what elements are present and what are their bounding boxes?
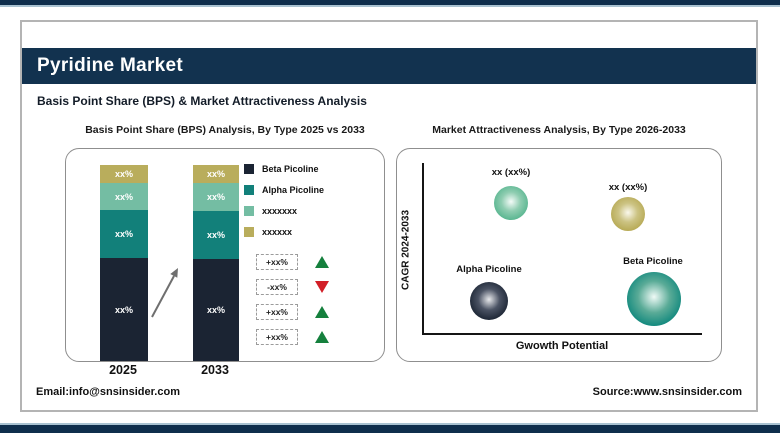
bar-segment-navy: xx% xyxy=(193,259,239,361)
change-value-box: +xx% xyxy=(256,304,298,320)
bubble-label: xx (xx%) xyxy=(588,182,668,193)
stacked-bar-2025: xx% xx% xx% xx% xyxy=(100,165,148,361)
up-triangle-icon xyxy=(315,306,329,318)
top-accent-line xyxy=(0,5,780,7)
legend-item: Alpha Picoline xyxy=(244,185,324,195)
bar-segment-khaki: xx% xyxy=(100,165,148,183)
segment-value: xx% xyxy=(115,305,133,315)
segment-value: xx% xyxy=(207,169,225,179)
infographic-canvas: Pyridine Market Basis Point Share (BPS) … xyxy=(0,0,780,433)
legend-swatch-khaki xyxy=(244,227,254,237)
attractiveness-chart-panel: CAGR 2024-2033 Gwowth Potential xx (xx%)… xyxy=(396,148,722,362)
legend-swatch-alpha-picoline xyxy=(244,185,254,195)
legend-item: xxxxxx xyxy=(244,227,324,237)
segment-value: xx% xyxy=(207,305,225,315)
title-banner: Pyridine Market xyxy=(22,48,756,84)
contact-email: Email:info@snsinsider.com xyxy=(36,386,180,398)
bubble-beta-picoline xyxy=(627,272,681,326)
legend-item: xxxxxxx xyxy=(244,206,324,216)
change-indicator-row: +xx% xyxy=(256,253,329,270)
legend-label: xxxxxxx xyxy=(262,206,297,216)
category-label-2025: 2025 xyxy=(99,363,147,377)
bps-legend: Beta Picoline Alpha Picoline xxxxxxx xxx… xyxy=(244,164,324,237)
change-indicators: +xx% -xx% +xx% +xx% xyxy=(256,253,329,345)
x-axis-line xyxy=(422,333,702,335)
change-value-box: -xx% xyxy=(256,279,298,295)
legend-swatch-seafoam xyxy=(244,206,254,216)
content-frame: Pyridine Market Basis Point Share (BPS) … xyxy=(20,20,758,412)
bubble-label: xx (xx%) xyxy=(471,167,551,178)
page-subtitle: Basis Point Share (BPS) & Market Attract… xyxy=(37,94,367,108)
bubble-alpha-picoline xyxy=(470,282,508,320)
legend-label: Beta Picoline xyxy=(262,164,319,174)
segment-value: xx% xyxy=(207,230,225,240)
segment-value: xx% xyxy=(207,192,225,202)
change-indicator-row: +xx% xyxy=(256,303,329,320)
bps-chart-panel: xx% xx% xx% xx% xx% xyxy=(65,148,385,362)
attractiveness-chart-title: Market Attractiveness Analysis, By Type … xyxy=(396,124,722,136)
bar-segment-teal: xx% xyxy=(100,210,148,258)
change-indicator-row: -xx% xyxy=(256,278,329,295)
change-value-box: +xx% xyxy=(256,329,298,345)
segment-value: xx% xyxy=(115,192,133,202)
y-axis-label: CAGR 2024-2033 xyxy=(399,171,413,329)
bar-segment-navy: xx% xyxy=(100,258,148,361)
y-axis-line xyxy=(422,163,424,335)
legend-item: Beta Picoline xyxy=(244,164,324,174)
footer: Email:info@snsinsider.com Source:www.sns… xyxy=(36,386,742,398)
segment-value: xx% xyxy=(115,229,133,239)
change-value-box: +xx% xyxy=(256,254,298,270)
down-triangle-icon xyxy=(315,281,329,293)
bottom-border-bar xyxy=(0,425,780,433)
segment-value: xx% xyxy=(115,169,133,179)
page-title: Pyridine Market xyxy=(22,55,183,77)
up-triangle-icon xyxy=(315,256,329,268)
change-indicator-row: +xx% xyxy=(256,328,329,345)
trend-arrow-icon xyxy=(146,259,191,324)
category-label-2033: 2033 xyxy=(192,363,238,377)
legend-label: Alpha Picoline xyxy=(262,185,324,195)
x-axis-label: Gwowth Potential xyxy=(422,340,702,352)
source-text: Source:www.snsinsider.com xyxy=(593,386,742,398)
bar-segment-teal: xx% xyxy=(193,211,239,259)
bar-segment-seafoam: xx% xyxy=(193,183,239,211)
bubble-label: Beta Picoline xyxy=(603,256,703,267)
legend-swatch-beta-picoline xyxy=(244,164,254,174)
stacked-bar-2033: xx% xx% xx% xx% xyxy=(193,165,239,361)
bar-segment-seafoam: xx% xyxy=(100,183,148,210)
bubble-seafoam xyxy=(494,186,528,220)
bps-chart-title: Basis Point Share (BPS) Analysis, By Typ… xyxy=(65,124,385,136)
legend-label: xxxxxx xyxy=(262,227,292,237)
bubble-khaki xyxy=(611,197,645,231)
bubble-label: Alpha Picoline xyxy=(439,264,539,275)
up-triangle-icon xyxy=(315,331,329,343)
bar-segment-khaki: xx% xyxy=(193,165,239,183)
